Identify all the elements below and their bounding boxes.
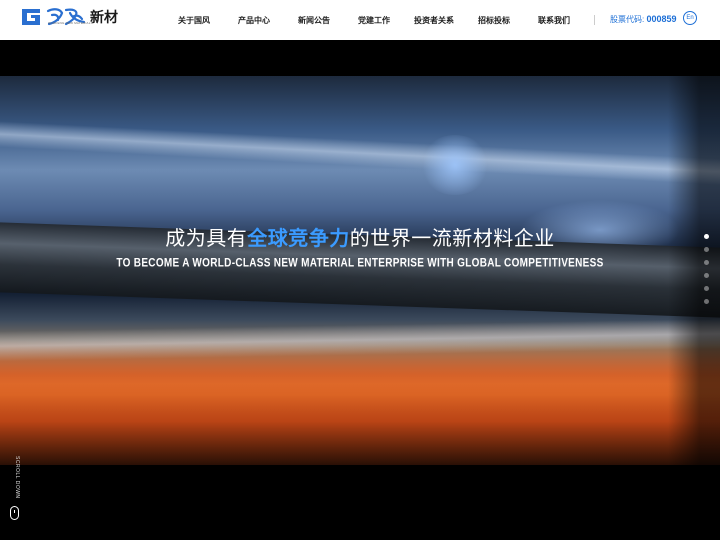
main-nav: 关于国风 产品中心 新闻公告 党建工作 投资者关系 招标投标 联系我们 [164, 0, 584, 40]
nav-item-products[interactable]: 产品中心 [224, 15, 284, 26]
language-switch-button[interactable]: En [683, 11, 697, 25]
stock-code: 000859 [646, 14, 677, 24]
logo-text: 新材 [90, 9, 118, 25]
slide-dot-1[interactable] [704, 234, 709, 239]
hero-machine-highlight [420, 135, 490, 195]
nav-item-investors[interactable]: 投资者关系 [404, 15, 464, 26]
slide-dot-2[interactable] [704, 247, 709, 252]
stock-label: 股票代码: [610, 15, 645, 24]
slide-dot-6[interactable] [704, 299, 709, 304]
slide-dot-4[interactable] [704, 273, 709, 278]
nav-item-news[interactable]: 新闻公告 [284, 15, 344, 26]
scroll-down-label: SCROLL DOWN [14, 456, 20, 499]
slide-dot-3[interactable] [704, 260, 709, 265]
logo-subtitle: GUOFENG NEW MATERIALS [48, 21, 93, 25]
bottom-section [0, 465, 720, 540]
slogan-post: 的世界一流新材料企业 [349, 228, 555, 250]
hero-top-band [0, 40, 720, 76]
site-header: 新材 GUOFENG NEW MATERIALS 关于国风 产品中心 新闻公告 … [0, 0, 720, 40]
nav-item-party[interactable]: 党建工作 [344, 15, 404, 26]
logo-g-icon [22, 9, 40, 25]
slogan-highlight: 全球竞争力 [247, 228, 350, 250]
mouse-wheel-icon [14, 510, 15, 513]
nav-item-about[interactable]: 关于国风 [164, 15, 224, 26]
hero-light-streak [0, 121, 720, 185]
hero-banner [0, 40, 720, 465]
slide-dot-5[interactable] [704, 286, 709, 291]
hero-slogan-english: TO BECOME A WORLD-CLASS NEW MATERIAL ENT… [116, 257, 604, 270]
hero-orange-film [0, 340, 720, 465]
stock-info: 股票代码: 000859 [610, 14, 677, 25]
header-divider [594, 15, 595, 25]
mouse-scroll-icon[interactable] [10, 506, 19, 520]
hero-right-shade [668, 76, 720, 465]
hero-slogan: 成为具有全球竞争力的世界一流新材料企业 [0, 222, 720, 251]
nav-item-contact[interactable]: 联系我们 [524, 15, 584, 26]
slogan-pre: 成为具有 [165, 228, 248, 250]
slide-pagination [704, 234, 710, 312]
nav-item-bidding[interactable]: 招标投标 [464, 15, 524, 26]
